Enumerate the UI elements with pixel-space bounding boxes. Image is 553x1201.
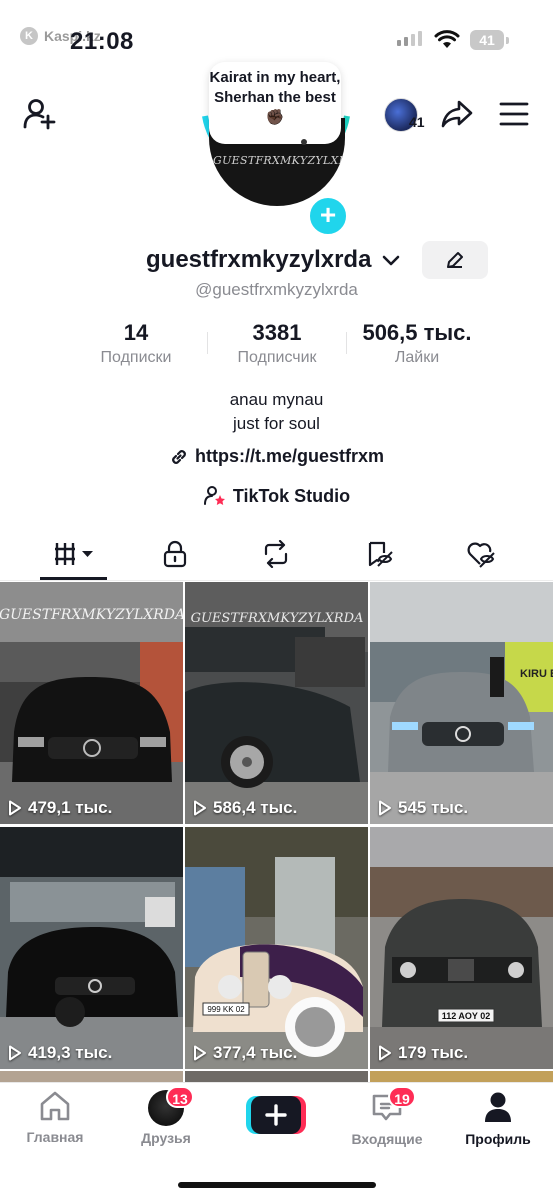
bookmark-eye-icon (368, 541, 393, 567)
thumbnail-image (0, 827, 183, 1069)
heart-eye-icon (467, 542, 495, 568)
thumbnail-image: GUESTFRXMKYZYLXRDA (0, 582, 183, 824)
thumbnail-image: 999 KK 02 (185, 827, 368, 1069)
thumbnail-image: GUESTFRXMKYZYLXRDA (185, 582, 368, 824)
share-icon[interactable] (440, 98, 474, 130)
play-icon (194, 1045, 206, 1061)
play-icon (194, 800, 206, 816)
home-icon (40, 1091, 70, 1121)
battery-indicator: 41 (470, 30, 509, 50)
link-icon (172, 449, 186, 464)
video-views: 586,4 тыс. (193, 798, 297, 818)
home-indicator (178, 1182, 376, 1188)
video-views: 419,3 тыс. (8, 1043, 112, 1063)
tiktok-studio-link[interactable]: TikTok Studio (0, 485, 553, 507)
likes-label: Лайки (394, 349, 440, 366)
video-views: 377,4 тыс. (193, 1043, 297, 1063)
likes-count: 506,5 тыс. (362, 320, 472, 345)
nav-inbox-label: Входящие (351, 1131, 423, 1147)
friends-count: 41 (409, 114, 425, 130)
chevron-down-icon[interactable] (381, 253, 401, 267)
pencil-icon (447, 252, 463, 268)
video-views: 479,1 тыс. (8, 798, 112, 818)
profile-icon (485, 1092, 511, 1122)
video-views: 545 тыс. (378, 798, 468, 818)
play-icon (9, 1045, 21, 1061)
friends-badge: 13 (166, 1086, 194, 1108)
video-overlay-text: 112 AOY 02 (442, 1011, 491, 1021)
carrier-logo-icon: K (20, 27, 38, 45)
video-overlay-text: KIRU ВХОД (520, 668, 553, 680)
profile-link[interactable]: https://t.me/guestfrxm (0, 446, 553, 467)
tabs-divider (0, 580, 553, 581)
video-overlay-text: GUESTFRXMKYZYLXRDA (191, 611, 364, 626)
user-handle: @guestfrxmkyzylxrda (195, 280, 358, 299)
play-icon (9, 800, 21, 816)
add-story-button[interactable]: + (307, 195, 349, 237)
bio-line: anau mynau (229, 390, 324, 409)
video-thumbnail[interactable]: KIRU ВХОД 545 тыс. (370, 582, 553, 824)
video-overlay-text: 999 KK 02 (207, 1005, 245, 1014)
nav-home-label: Главная (26, 1129, 84, 1145)
repost-icon (264, 540, 288, 568)
profile-note-text: Kairat in my heart, Sherhan the best✊🏿 (209, 69, 341, 126)
nav-friends-label: Друзья (141, 1130, 191, 1146)
username[interactable]: guestfrxmkyzylxrda (146, 246, 371, 274)
signal-icon (397, 31, 422, 46)
following-stat[interactable]: 14 Подписки (61, 320, 211, 367)
following-label: Подписки (100, 349, 172, 366)
note-dot (301, 139, 307, 145)
followers-label: Подписчик (237, 349, 317, 366)
studio-icon (203, 486, 225, 505)
create-button[interactable] (246, 1096, 306, 1134)
grid-icon (55, 543, 93, 565)
add-user-icon[interactable] (22, 96, 58, 132)
play-icon (379, 1045, 391, 1061)
video-thumbnail[interactable]: 999 KK 02 377,4 тыс. (185, 827, 368, 1069)
followers-stat[interactable]: 3381 Подписчик (202, 320, 352, 367)
inbox-badge: 19 (388, 1086, 416, 1108)
likes-stat[interactable]: 506,5 тыс. Лайки (342, 320, 492, 367)
profile-link-text: https://t.me/guestfrxm (194, 446, 385, 466)
private-tab[interactable] (141, 536, 209, 572)
followers-count: 3381 (252, 320, 302, 345)
videos-tab[interactable] (40, 536, 108, 572)
play-icon (379, 800, 391, 816)
thumbnail-image: KIRU ВХОД (370, 582, 553, 824)
bio-line: just for soul (233, 414, 320, 433)
following-count: 14 (123, 320, 149, 345)
profile-note-bubble[interactable]: Kairat in my heart, Sherhan the best✊🏿 (209, 62, 341, 144)
reposts-tab[interactable] (242, 536, 310, 572)
video-thumbnail[interactable]: GUESTFRXMKYZYLXRDA 479,1 тыс. (0, 582, 183, 824)
nav-profile-label: Профиль (465, 1131, 531, 1147)
thumbnail-image: 112 AOY 02 (370, 827, 553, 1069)
video-views: 179 тыс. (378, 1043, 468, 1063)
nav-profile[interactable]: Профиль (443, 1090, 553, 1147)
nav-home[interactable]: Главная (0, 1090, 110, 1145)
lock-icon (163, 540, 187, 568)
menu-icon[interactable] (499, 101, 529, 127)
liked-tab[interactable] (447, 536, 515, 572)
wifi-icon (434, 30, 460, 48)
video-thumbnail[interactable]: 112 AOY 02 179 тыс. (370, 827, 553, 1069)
video-thumbnail[interactable]: 419,3 тыс. (0, 827, 183, 1069)
favorites-tab[interactable] (345, 536, 413, 572)
video-thumbnail[interactable]: GUESTFRXMKYZYLXRDA 586,4 тыс. (185, 582, 368, 824)
studio-label: TikTok Studio (232, 485, 351, 506)
edit-profile-button[interactable] (422, 241, 488, 279)
status-time: 21:08 (70, 28, 134, 55)
video-overlay-text: GUESTFRXMKYZYLXRDA (0, 607, 183, 623)
nav-inbox[interactable]: Входящие (332, 1090, 442, 1147)
